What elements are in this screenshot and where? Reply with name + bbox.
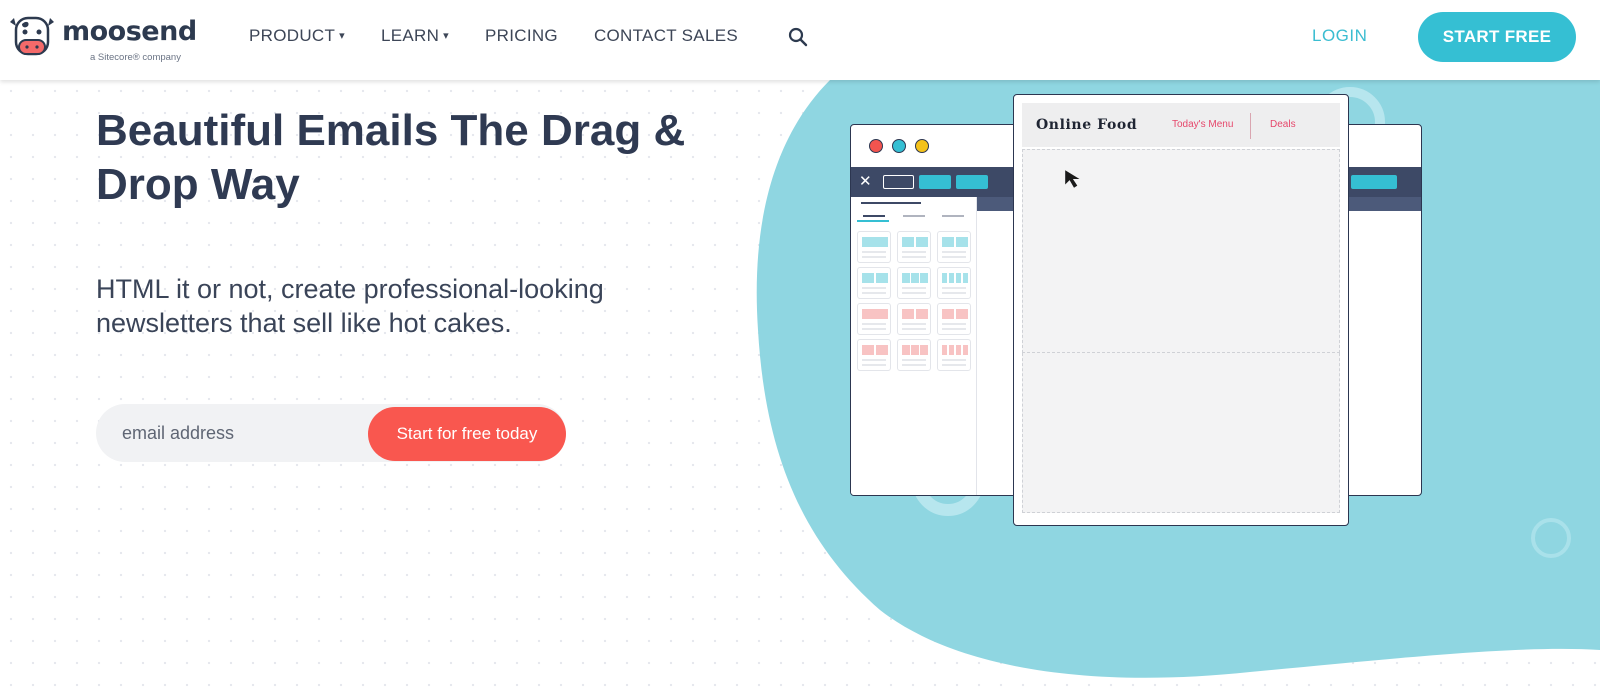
block-two-column-icon	[897, 231, 931, 263]
login-link[interactable]: LOGIN	[1312, 26, 1367, 46]
panel-tab-line	[942, 215, 964, 217]
toolbar-button-icon	[919, 175, 951, 189]
main-nav: PRODUCT ▾ LEARN ▾ PRICING CONTACT SALES	[249, 26, 774, 46]
chevron-down-icon: ▾	[443, 30, 449, 42]
blocks-panel	[851, 197, 977, 495]
cursor-arrow-icon	[1065, 170, 1080, 188]
nav-item-product[interactable]: PRODUCT ▾	[249, 26, 345, 46]
nav-item-label: PRODUCT	[249, 26, 336, 45]
block-two-column-icon	[937, 231, 971, 263]
hero-subtitle-line: newsletters that sell like hot cakes.	[96, 308, 512, 338]
maximize-dot-icon	[915, 139, 929, 153]
nav-item-contact-sales[interactable]: CONTACT SALES	[594, 26, 738, 46]
block-two-column-icon	[937, 303, 971, 335]
hero-subtitle-line: HTML it or not, create professional-look…	[96, 274, 604, 304]
panel-tab-line	[903, 215, 925, 217]
signup-form: Start for free today	[96, 404, 566, 462]
email-preview-window: Online Food Today's Menu Deals	[1013, 94, 1349, 526]
nav-item-label: LEARN	[380, 26, 440, 45]
hero-title-line: Beautiful Emails The Drag &	[96, 106, 686, 155]
nav-item-pricing[interactable]: PRICING	[485, 26, 558, 46]
toolbar-button-icon	[883, 175, 914, 189]
nav-item-learn[interactable]: LEARN ▾	[381, 26, 449, 46]
email-menu-link: Today's Menu	[1172, 119, 1234, 130]
drop-zone	[1022, 149, 1340, 353]
hero-title-line: Drop Way	[96, 160, 300, 209]
email-header: Online Food Today's Menu Deals	[1022, 103, 1340, 147]
window-controls	[869, 139, 929, 153]
panel-tab-underline	[857, 220, 889, 222]
block-four-column-icon	[937, 267, 971, 299]
email-divider	[1250, 113, 1251, 139]
cow-logo-icon	[10, 16, 54, 56]
block-two-column-icon	[857, 267, 891, 299]
panel-tab-line	[863, 215, 885, 217]
brand-name: moosend	[62, 16, 197, 47]
email-title: Online Food	[1036, 117, 1138, 133]
top-navbar: moosend a Sitecore® company PRODUCT ▾ LEA…	[0, 0, 1600, 80]
minimize-dot-icon	[892, 139, 906, 153]
toolbar-button-icon	[956, 175, 988, 189]
block-three-column-icon	[897, 339, 931, 371]
hero-title: Beautiful Emails The Drag & Drop Way	[96, 104, 716, 212]
start-free-today-button[interactable]: Start for free today	[368, 407, 566, 461]
hero-subtitle: HTML it or not, create professional-look…	[96, 272, 656, 340]
email-field[interactable]	[122, 404, 362, 462]
block-three-column-icon	[897, 267, 931, 299]
close-dot-icon	[869, 139, 883, 153]
brand-logo[interactable]: moosend a Sitecore® company	[6, 10, 197, 66]
block-two-column-icon	[897, 303, 931, 335]
brand-tagline: a Sitecore® company	[90, 52, 181, 63]
block-one-column-icon	[857, 303, 891, 335]
toolbar-button-icon	[1351, 175, 1397, 189]
block-four-column-icon	[937, 339, 971, 371]
start-free-button[interactable]: START FREE	[1418, 12, 1576, 62]
block-two-column-icon	[857, 339, 891, 371]
close-icon: ✕	[859, 173, 872, 190]
drop-zone	[1022, 353, 1340, 513]
email-deals-link: Deals	[1270, 119, 1296, 130]
chevron-down-icon: ▾	[339, 30, 345, 42]
block-one-column-icon	[857, 231, 891, 263]
search-icon[interactable]	[788, 27, 808, 47]
panel-tab-line	[861, 202, 921, 204]
